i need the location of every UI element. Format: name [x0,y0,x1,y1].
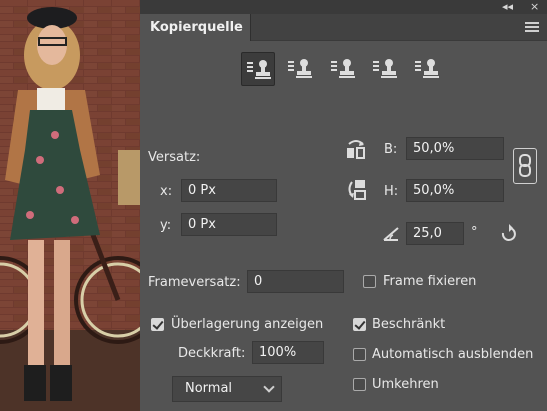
width-scale-label: B: [384,142,398,157]
chevron-down-icon [263,381,275,393]
canvas-photo [0,0,140,411]
panel-topbar: ◂◂ × [140,0,547,14]
angle-field[interactable]: 25,0 [406,222,464,245]
panel-tabstrip: Kopierquelle [140,14,547,41]
height-scale-label: H: [384,184,399,199]
blend-mode-select[interactable]: Normal [172,376,282,402]
stamp-icon [247,60,271,79]
collapse-panel-icon[interactable]: ◂◂ [502,0,513,13]
show-overlay-checkbox[interactable] [151,318,164,331]
stamp-icon [415,59,439,78]
show-overlay-label: Überlagerung anzeigen [171,317,324,332]
clone-source-1-button[interactable] [241,52,275,86]
frame-offset-field[interactable]: 0 [247,270,344,293]
width-scale-field[interactable]: 50,0% [406,137,504,160]
clone-source-2-button[interactable] [283,52,315,84]
clipped-label: Beschränkt [372,317,446,332]
stamp-icon [373,59,397,78]
clone-source-4-button[interactable] [368,52,400,84]
lock-frame-checkbox[interactable] [363,275,376,288]
auto-hide-label: Automatisch ausblenden [372,347,534,362]
flip-horizontal-icon[interactable] [345,138,367,160]
height-scale-field[interactable]: 50,0% [406,179,504,202]
offset-x-field[interactable]: 0 Px [181,179,277,202]
chain-link-icon [519,154,531,177]
stamp-icon [288,59,312,78]
blend-mode-value: Normal [185,381,233,396]
opacity-field[interactable]: 100% [252,341,324,364]
clone-source-panel: ◂◂ × Kopierquelle Versatz: x: 0 Px y: 0 … [140,0,547,411]
close-panel-icon[interactable]: × [530,0,539,13]
auto-hide-checkbox[interactable] [353,348,366,361]
flip-vertical-icon[interactable] [347,178,369,204]
link-scale-button[interactable] [513,148,537,184]
offset-y-field[interactable]: 0 Px [181,213,277,236]
offset-y-label: y: [160,218,172,233]
panel-menu-icon[interactable] [525,22,539,32]
clone-source-3-button[interactable] [326,52,358,84]
reset-transform-icon[interactable] [499,224,519,244]
offset-label: Versatz: [148,150,201,165]
degree-unit: ° [471,225,478,240]
frame-offset-label: Frameversatz: [148,275,241,290]
offset-x-label: x: [160,184,173,199]
invert-checkbox[interactable] [353,378,366,391]
lock-frame-label: Frame fixieren [383,274,477,289]
clipped-checkbox[interactable] [353,318,366,331]
invert-label: Umkehren [372,377,439,392]
tab-clone-source[interactable]: Kopierquelle [140,14,251,41]
angle-icon [383,227,399,241]
canvas-image [0,0,140,411]
clone-source-5-button[interactable] [410,52,442,84]
stamp-icon [331,59,355,78]
panel-title: Kopierquelle [150,20,243,35]
opacity-label: Deckkraft: [178,346,246,361]
